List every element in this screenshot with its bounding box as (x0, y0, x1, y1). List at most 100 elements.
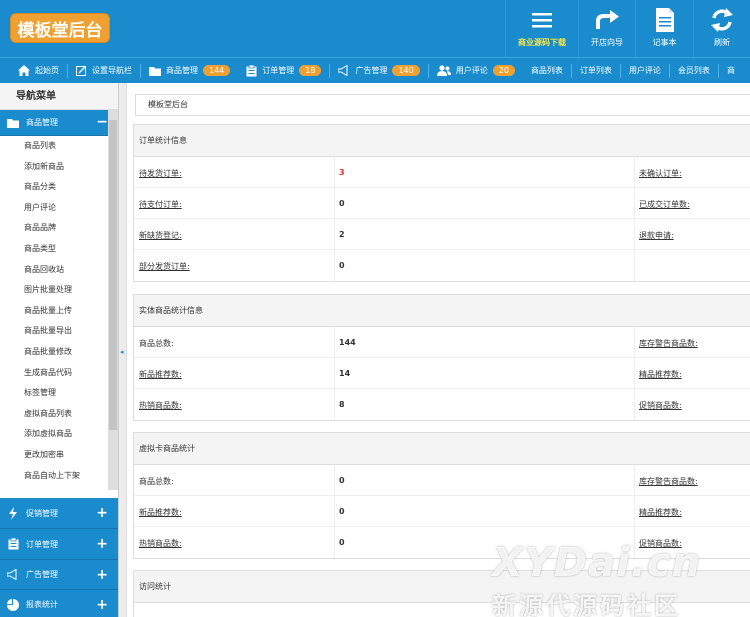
stat-link[interactable]: 待支付订单: (139, 199, 182, 210)
stat-link[interactable]: 热销商品数: (139, 538, 182, 549)
sidebar-item[interactable]: 虚拟商品列表 (0, 404, 118, 425)
scrollbar-thumb[interactable] (109, 120, 117, 430)
stat-link[interactable]: 促销商品数: (639, 400, 682, 411)
shop-wizard-button[interactable]: 开店向导 (578, 0, 635, 57)
cell-divider (634, 465, 635, 496)
stat-link[interactable]: 热销商品数: (139, 400, 182, 411)
stat-link[interactable]: 库存警告商品数: (639, 338, 698, 349)
stat-link[interactable]: 部分发货订单: (139, 261, 190, 272)
stat-value: 0 (339, 538, 345, 547)
cell-divider (334, 250, 335, 281)
panel-title: 虚拟卡商品统计 (134, 433, 750, 465)
panel-title: 实体商品统计信息 (134, 295, 750, 327)
sidebar-item[interactable]: 商品批量导出 (0, 321, 118, 342)
notepad-button[interactable]: 记事本 (635, 0, 693, 57)
goods-count-badge: 144 (203, 65, 231, 76)
sidebar-item[interactable]: 商品列表 (0, 136, 118, 157)
stat-link[interactable]: 库存警告商品数: (639, 476, 698, 487)
nav-more[interactable]: 商 (719, 58, 743, 83)
sidebar-section-orders-label: 订单管理 (26, 539, 58, 549)
sidebar-item[interactable]: 商品自动上下架 (0, 466, 118, 487)
nav-home[interactable]: 起始页 (0, 58, 67, 83)
collapse-toggle[interactable]: − (96, 114, 108, 130)
source-download-button[interactable]: 商业源码下载 (505, 0, 578, 57)
notepad-icon (655, 6, 675, 34)
sidebar-item[interactable]: 标签管理 (0, 383, 118, 404)
pie-chart-icon (6, 598, 20, 611)
nav-ads[interactable]: 广告管理 140 (330, 58, 427, 83)
sidebar-item[interactable]: 商品批量上传 (0, 301, 118, 322)
nav-home-label: 起始页 (35, 66, 59, 75)
expand-toggle[interactable]: + (96, 505, 108, 521)
watermark-subtext: 新源代源码社区 (492, 592, 681, 617)
sidebar-item[interactable]: 商品分类 (0, 177, 118, 198)
sidebar-item[interactable]: 用户评论 (0, 198, 118, 219)
sidebar-section-ads[interactable]: 广告管理 + (0, 560, 118, 590)
sidebar-section-goods[interactable]: 商品管理 − (0, 110, 118, 136)
nav-goods-list[interactable]: 商品列表 (523, 58, 571, 83)
table-row: 待发货订单: 3 未确认订单: (134, 157, 750, 188)
nav-ads-label: 广告管理 (355, 66, 388, 75)
clipboard-icon (246, 64, 257, 77)
cell-divider (634, 327, 635, 358)
sidebar-item[interactable]: 商品品牌 (0, 218, 118, 239)
nav-settings[interactable]: 设置导航栏 (68, 58, 140, 83)
sidebar-item[interactable]: 添加新商品 (0, 157, 118, 178)
logo[interactable]: 模板堂后台 (10, 13, 110, 43)
breadcrumb: 模板堂后台 (135, 94, 750, 116)
refresh-button[interactable]: 刷新 (693, 0, 750, 57)
shop-wizard-label: 开店向导 (591, 38, 623, 47)
nav-user-comments-label: 用户评论 (628, 66, 661, 75)
nav-user-comments[interactable]: 用户评论 (621, 58, 669, 83)
stat-value: 0 (339, 199, 345, 208)
sidebar-item[interactable]: 添加虚拟商品 (0, 424, 118, 445)
stat-link[interactable]: 已成交订单数: (639, 199, 690, 210)
table-row: 热销商品数: 8 促销商品数: (134, 389, 750, 420)
stat-link[interactable]: 退款申请: (639, 230, 674, 241)
nav-orders[interactable]: 订单管理 18 (238, 58, 329, 83)
sidebar-item[interactable]: 生成商品代码 (0, 363, 118, 384)
sidebar-scrollbar[interactable] (108, 110, 118, 490)
sidebar-section-reports[interactable]: 报表统计 + (0, 590, 118, 617)
sidebar-goods-list: 商品列表 添加新商品 商品分类 用户评论 商品品牌 商品类型 商品回收站 图片批… (0, 136, 118, 498)
sidebar-section-orders[interactable]: 订单管理 + (0, 529, 118, 560)
expand-toggle[interactable]: + (96, 567, 108, 583)
sidebar-item[interactable]: 图片批量处理 (0, 280, 118, 301)
nav-order-list[interactable]: 订单列表 (572, 58, 620, 83)
cell-divider (634, 389, 635, 420)
nav-comments[interactable]: 用户评论 20 (429, 58, 523, 83)
folder-icon (6, 118, 20, 128)
table-row: 新品推荐数: 0 精品推荐数: (134, 496, 750, 527)
expand-toggle[interactable]: + (96, 597, 108, 613)
sidebar: 导航菜单 商品管理 − 商品列表 添加新商品 商品分类 用户评论 商品品牌 商品… (0, 83, 119, 617)
cell-divider (634, 358, 635, 389)
nav-goods[interactable]: 商品管理 144 (141, 58, 238, 83)
source-download-label: 商业源码下载 (518, 38, 566, 47)
sidebar-item[interactable]: 更改加密串 (0, 445, 118, 466)
cell-divider (334, 358, 335, 389)
users-icon (436, 65, 451, 76)
sidebar-section-promotion[interactable]: 促销管理 + (0, 498, 118, 529)
stat-link[interactable]: 精品推荐数: (639, 507, 682, 518)
sidebar-item[interactable]: 商品批量修改 (0, 342, 118, 363)
expand-toggle[interactable]: + (96, 536, 108, 552)
stat-link[interactable]: 新缺货登记: (139, 230, 182, 241)
sidebar-collapse-bar[interactable]: ◂ (119, 83, 127, 617)
stat-link[interactable]: 新品推荐数: (139, 507, 182, 518)
nav-member-list[interactable]: 会员列表 (670, 58, 718, 83)
stat-link[interactable]: 新品推荐数: (139, 369, 182, 380)
lightning-icon (6, 506, 20, 520)
stat-label: 商品总数: (139, 477, 174, 486)
stat-link[interactable]: 精品推荐数: (639, 369, 682, 380)
nav-settings-label: 设置导航栏 (92, 66, 132, 75)
sidebar-item[interactable]: 商品回收站 (0, 260, 118, 281)
orders-count-badge: 18 (299, 65, 322, 76)
folder-icon (149, 66, 161, 76)
ads-count-badge: 140 (392, 65, 420, 76)
cell-divider (334, 157, 335, 188)
stat-link[interactable]: 未确认订单: (639, 168, 682, 179)
stat-link[interactable]: 待发货订单: (139, 168, 182, 179)
chevron-left-icon[interactable]: ◂ (120, 348, 124, 356)
sidebar-item[interactable]: 商品类型 (0, 239, 118, 260)
table-row: 商品总数: 144 库存警告商品数: (134, 327, 750, 358)
